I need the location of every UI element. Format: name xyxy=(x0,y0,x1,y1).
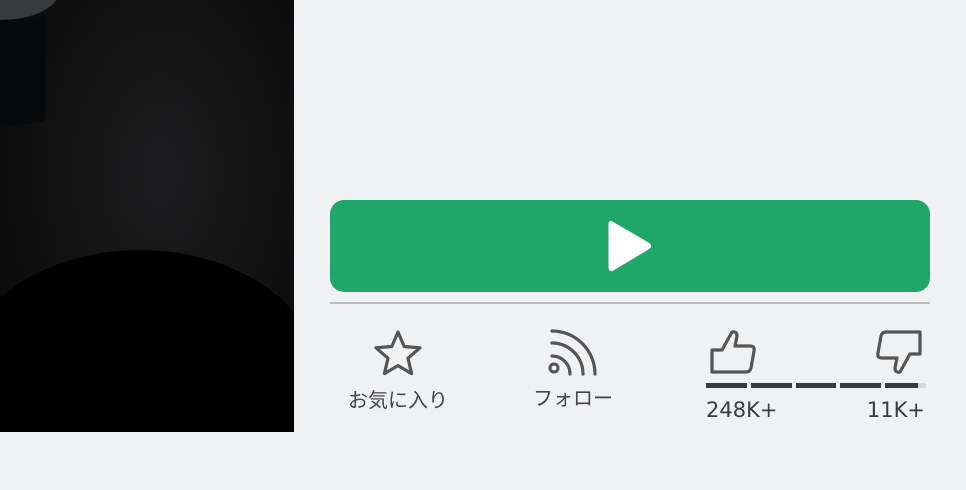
vote-bar-segment xyxy=(795,383,837,388)
vote-bar-segment xyxy=(840,383,882,388)
play-button[interactable] xyxy=(330,200,930,292)
star-icon xyxy=(374,330,422,376)
favorite-label: お気に入り xyxy=(348,388,448,412)
favorite-button[interactable]: お気に入り xyxy=(337,328,459,413)
vote-ratio-bar xyxy=(706,383,926,388)
thumbs-up-icon[interactable] xyxy=(706,328,760,376)
game-thumbnail xyxy=(0,0,294,432)
rss-follow-icon xyxy=(548,329,597,376)
vote-bar-segment xyxy=(750,383,792,388)
thumbs-down-icon[interactable] xyxy=(872,328,926,376)
vote-bar-segment xyxy=(885,383,926,388)
vote-bar-segment xyxy=(706,383,747,388)
upvote-count: 248K+ xyxy=(706,398,778,422)
follow-button[interactable]: フォロー xyxy=(514,328,632,411)
play-icon xyxy=(608,220,651,272)
game-details-page: お気に入り フォロー 248K+ 11K+ xyxy=(0,0,966,490)
divider xyxy=(330,302,930,304)
downvote-count: 11K+ xyxy=(866,398,925,422)
follow-label: フォロー xyxy=(533,386,613,410)
